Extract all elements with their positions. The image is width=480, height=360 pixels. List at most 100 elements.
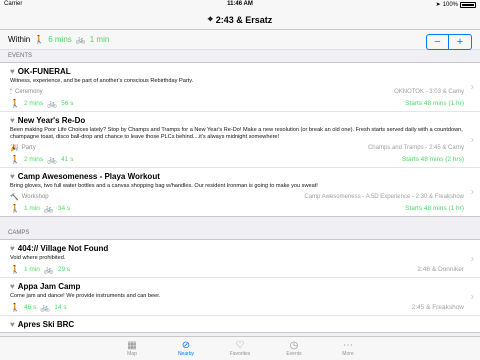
status-bar: Carrier 11:46 AM ➤ 100% xyxy=(0,0,480,10)
event-start-time: Starts 48 mins (2 hrs) xyxy=(401,156,464,163)
favorite-heart-icon[interactable]: ♥ xyxy=(10,116,15,125)
camp-title: 404:// Village Not Found xyxy=(17,244,109,253)
nav-bar: ⌖ 2:43 & Ersatz xyxy=(0,10,480,30)
clock-icon: ◷ xyxy=(289,340,299,351)
walk-time: 1 min xyxy=(23,205,40,212)
chevron-right-icon: › xyxy=(470,134,474,145)
bicycle-icon: 🚲 xyxy=(43,204,54,213)
battery-icon xyxy=(460,1,476,8)
clock: 11:46 AM xyxy=(227,1,253,7)
bicycle-icon: 🚲 xyxy=(43,265,54,274)
walking-icon: 🚶 xyxy=(10,99,20,108)
event-row[interactable]: ♥ Camp Awesomeness - Playa Workout Bring… xyxy=(0,168,480,216)
camp-description: Void where prohibited. xyxy=(10,255,66,261)
hammer-icon: 🔨 xyxy=(10,194,19,201)
tab-favorites[interactable]: ♡ Favorites xyxy=(213,337,267,360)
bike-time: 56 s xyxy=(61,100,74,107)
camps-list: ♥ 404:// Village Not Found Void where pr… xyxy=(0,239,480,333)
event-start-time: Starts 48 mins (1 hr) xyxy=(405,100,464,107)
increase-button[interactable]: + xyxy=(449,35,471,49)
camp-description: Come jam and dance! We provide instrumen… xyxy=(10,293,161,299)
distance-stepper[interactable]: − + xyxy=(426,34,472,50)
bicycle-icon: 🚲 xyxy=(75,35,86,44)
bike-time: 41 s xyxy=(61,156,74,163)
walking-icon: 🚶 xyxy=(10,303,20,312)
compass-icon: ⊘ xyxy=(181,340,191,351)
chevron-right-icon: › xyxy=(470,253,474,264)
favorite-heart-icon[interactable]: ♥ xyxy=(10,244,15,253)
map-icon: ▦ xyxy=(127,340,137,351)
events-section-header: EVENTS xyxy=(8,53,33,59)
camp-title: Appa Jam Camp xyxy=(17,282,81,291)
within-label: Within xyxy=(8,35,31,44)
ceremony-icon: 🕯 xyxy=(10,88,12,95)
bike-time: 14 s xyxy=(54,304,67,311)
event-title: New Year's Re-Do xyxy=(17,116,86,125)
page-title: 2:43 & Ersatz xyxy=(215,14,273,25)
walking-icon: 🚶 xyxy=(34,35,45,44)
event-category: Workshop xyxy=(21,194,49,200)
party-icon: 🎉 xyxy=(10,145,19,152)
heart-icon: ♡ xyxy=(235,340,245,351)
tab-label: Events xyxy=(286,351,302,357)
bicycle-icon: 🚲 xyxy=(40,303,51,312)
walk-distance: 6 mins xyxy=(48,35,72,44)
tab-more[interactable]: ⋯ More xyxy=(321,337,375,360)
event-category: Party xyxy=(21,145,36,151)
chevron-right-icon: › xyxy=(470,291,474,302)
bicycle-icon: 🚲 xyxy=(47,155,58,164)
chevron-right-icon: › xyxy=(470,186,474,198)
bike-time: 29 s xyxy=(57,266,71,273)
event-row[interactable]: ♥ OK-FUNERAL Witness, experience, and be… xyxy=(0,63,480,112)
camps-section-header: CAMPS xyxy=(8,230,30,236)
tab-label: Nearby xyxy=(177,351,195,357)
favorite-heart-icon[interactable]: ♥ xyxy=(10,282,15,291)
event-start-time: Starts 48 mins (1 hr) xyxy=(405,205,464,212)
camp-location: 2:46 & Donniker xyxy=(417,266,464,273)
walk-time: 1 min xyxy=(23,266,40,273)
camp-row[interactable]: ♥ 404:// Village Not Found Void where pr… xyxy=(0,240,480,278)
event-description: Witness, experience, and be part of anot… xyxy=(10,78,194,84)
tab-label: Favorites xyxy=(229,351,251,357)
bike-distance: 1 min xyxy=(89,35,110,44)
event-location: Champs and Tramps - 2:45 & Carny xyxy=(367,145,464,151)
walking-icon: 🚶 xyxy=(10,204,20,213)
more-icon: ⋯ xyxy=(343,340,353,351)
tab-label: Map xyxy=(127,351,137,357)
battery-percent: 100% xyxy=(442,1,458,8)
favorite-heart-icon[interactable]: ♥ xyxy=(10,320,15,329)
favorite-heart-icon[interactable]: ♥ xyxy=(10,172,15,181)
camp-title: Apres Ski BRC xyxy=(17,320,75,329)
tab-bar: ▦ Map ⊘ Nearby ♡ Favorites ◷ Events ⋯ Mo… xyxy=(0,336,480,360)
event-category: Ceremony xyxy=(15,89,43,95)
walk-time: 2 mins xyxy=(23,100,44,107)
walk-time: 2 mins xyxy=(23,156,44,163)
bicycle-icon: 🚲 xyxy=(47,99,58,108)
event-title: OK-FUNERAL xyxy=(17,67,71,76)
status-right: ➤ 100% xyxy=(436,1,476,8)
tab-map[interactable]: ▦ Map xyxy=(105,337,159,360)
camp-row[interactable]: ♥ Apres Ski BRC xyxy=(0,316,480,332)
walking-icon: 🚶 xyxy=(10,155,20,164)
tab-label: More xyxy=(342,351,354,357)
tab-events[interactable]: ◷ Events xyxy=(267,337,321,360)
decrease-button[interactable]: − xyxy=(427,35,449,49)
walking-icon: 🚶 xyxy=(10,265,20,274)
event-title: Camp Awesomeness - Playa Workout xyxy=(17,172,160,181)
within-bar: Within 🚶 6 mins 🚲 1 min xyxy=(0,30,480,50)
chevron-right-icon: › xyxy=(470,81,474,93)
event-description: Bring gloves, two full water bottles and… xyxy=(10,183,318,189)
bike-time: 34 s xyxy=(57,205,71,212)
location-arrow-icon: ➤ xyxy=(435,2,441,8)
event-location: OKNOTOK - 3:03 & Camy xyxy=(394,89,464,95)
tab-nearby[interactable]: ⊘ Nearby xyxy=(159,337,213,360)
camp-row[interactable]: ♥ Appa Jam Camp Come jam and dance! We p… xyxy=(0,278,480,316)
event-row[interactable]: ♥ New Year's Re-Do Been making Poor Life… xyxy=(0,112,480,168)
events-list: ♥ OK-FUNERAL Witness, experience, and be… xyxy=(0,62,480,217)
crosshair-icon: ⌖ xyxy=(207,14,213,24)
camp-location: 2:45 & Freakshow xyxy=(411,304,464,311)
favorite-heart-icon[interactable]: ♥ xyxy=(10,67,15,76)
walk-time: 46 s xyxy=(23,304,37,311)
event-description: Been making Poor Life Choices lately? St… xyxy=(10,127,463,140)
event-location: Camp Awesomeness - A 5D Experience - 2:3… xyxy=(304,194,464,200)
